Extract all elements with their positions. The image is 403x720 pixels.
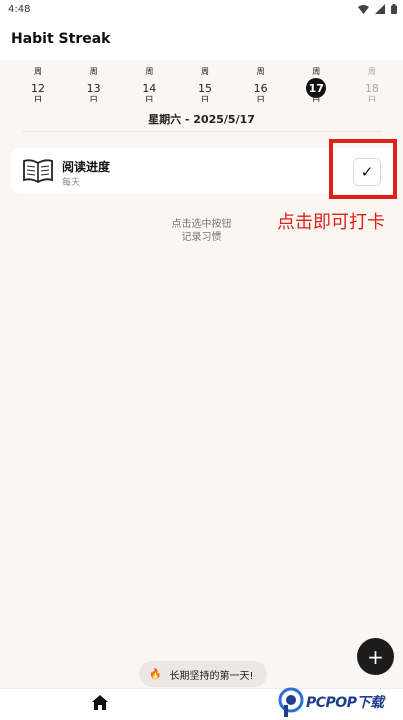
battery-icon [391,4,397,14]
day-weekday: 周 [256,67,265,76]
habit-name: 阅读进度 [62,160,111,174]
day-name: 日 [200,96,210,102]
annotation-highlight-box [329,139,397,199]
signal-icon [375,4,385,14]
day-weekday: 周 [145,67,154,76]
day-14[interactable]: 周 14 日 [127,62,171,104]
watermark-logo-icon [278,687,304,717]
hint-line-1: 点击选中按钮 [171,219,232,230]
day-weekday: 周 [312,67,321,76]
day-17-selected[interactable]: 周 17 日 [294,62,338,104]
watermark: PCPOP下载 [278,684,403,720]
fire-icon: 🔥 [149,668,162,680]
week-strip: 周 12 日 周 13 日 周 14 日 周 15 日 周 16 日 周 17 … [0,62,403,104]
habit-frequency: 每天 [62,178,81,188]
day-16[interactable]: 周 16 日 [239,62,283,104]
day-weekday: 周 [200,67,209,76]
add-habit-button[interactable]: + [357,638,394,675]
day-weekday: 周 [89,67,98,76]
divider [22,131,382,132]
day-12[interactable]: 周 12 日 [16,62,60,104]
day-name: 日 [89,96,99,102]
book-icon [23,159,53,183]
day-name: 日 [144,96,154,102]
status-bar: 4:48 [0,0,403,18]
day-weekday: 周 [34,67,42,76]
home-icon[interactable] [92,695,108,710]
day-name: 日 [367,96,377,102]
day-weekday: 周 [367,67,376,76]
plus-icon: + [367,644,384,669]
hint-line-2: 记录习惯 [181,232,222,243]
wifi-icon [358,4,369,14]
streak-toast: 🔥 长期坚持的第一天! [139,661,267,687]
selected-date-label: 星期六 - 2025/5/17 [148,113,255,126]
status-icons [358,4,397,14]
day-18[interactable]: 周 18 日 [350,62,394,104]
toast-text: 长期坚持的第一天! [169,670,254,682]
day-name: 日 [311,96,321,102]
app-title: Habit Streak [11,31,111,47]
day-13[interactable]: 周 13 日 [72,62,116,104]
empty-hint: 点击选中按钮 记录习惯 [0,218,403,244]
watermark-text: PCPOP下载 [306,695,384,711]
app-bar: Habit Streak [0,18,403,60]
day-15[interactable]: 周 15 日 [183,62,227,104]
status-time: 4:48 [8,3,31,15]
day-name: 日 [256,96,266,102]
day-name: 日 [33,96,43,102]
